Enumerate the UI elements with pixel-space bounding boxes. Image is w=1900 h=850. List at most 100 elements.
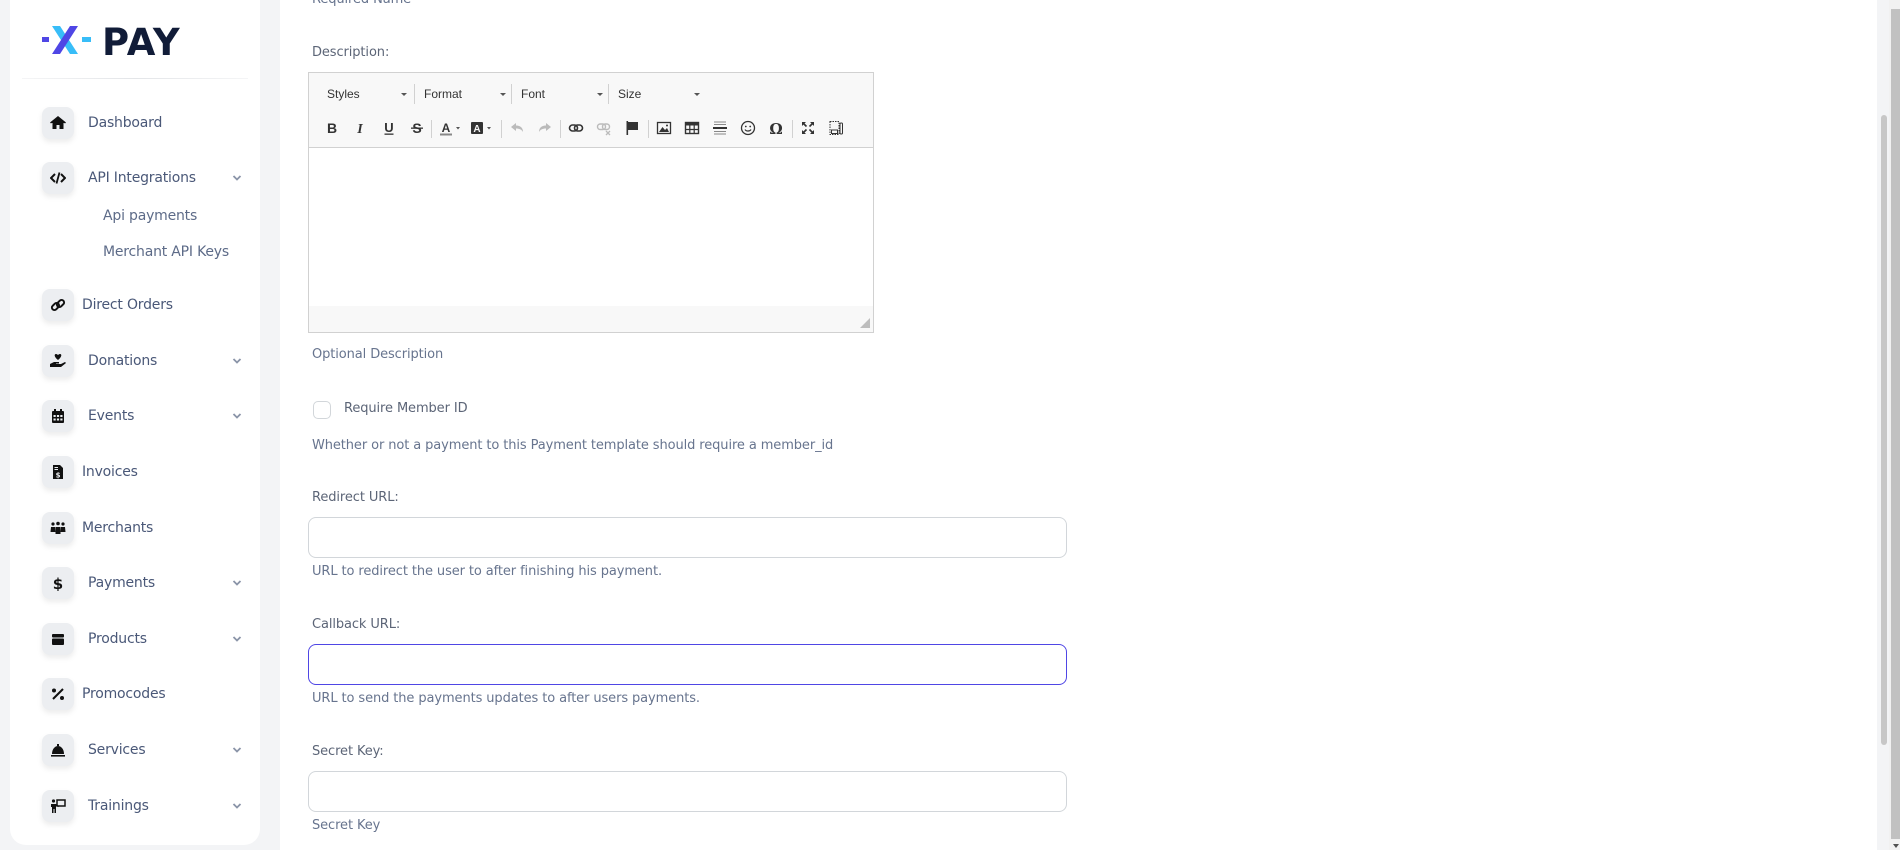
sidebar: PAY Dashboard API Integrations Api payme…	[10, 0, 260, 845]
sidebar-item-dashboard[interactable]: Dashboard	[42, 106, 242, 140]
chevron-down-icon[interactable]	[232, 578, 242, 588]
unlink-button[interactable]	[593, 117, 615, 139]
chevron-down-icon[interactable]	[232, 411, 242, 421]
box-icon	[42, 623, 74, 655]
page-scrollbar-thumb[interactable]	[1891, 9, 1900, 839]
toolbar-separator	[511, 84, 512, 104]
format-dropdown-label: Format	[424, 87, 463, 101]
svg-text:B: B	[327, 120, 337, 136]
image-button[interactable]	[653, 117, 675, 139]
sidebar-item-label: Products	[88, 631, 147, 647]
font-dropdown-label: Font	[521, 87, 546, 101]
undo-icon	[511, 123, 523, 132]
hand-holding-heart-icon	[42, 345, 74, 377]
background-color-button[interactable]: A	[467, 117, 497, 139]
sidebar-item-donations[interactable]: Donations	[42, 344, 242, 378]
chevron-down-icon[interactable]	[232, 634, 242, 644]
chalkboard-teacher-icon	[42, 790, 74, 822]
invoice-dollar-icon: $	[42, 456, 74, 488]
italic-icon: I	[356, 122, 363, 136]
redirect-url-hint: URL to redirect the user to after finish…	[312, 564, 662, 579]
sidebar-item-trainings[interactable]: Trainings	[42, 789, 242, 823]
sidebar-item-label: Invoices	[82, 464, 138, 480]
require-member-id-checkbox[interactable]	[313, 401, 331, 419]
sidebar-item-merchants[interactable]: Merchants	[42, 511, 242, 545]
sidebar-subitem-api-payments[interactable]: Api payments	[103, 208, 197, 224]
callback-url-input[interactable]	[308, 644, 1067, 685]
sidebar-item-products[interactable]: Products	[42, 622, 242, 656]
redirect-url-input[interactable]	[308, 517, 1067, 558]
svg-text:A: A	[473, 124, 480, 135]
special-char-button[interactable]: Ω	[765, 117, 787, 139]
sidebar-item-services[interactable]: Services	[42, 733, 242, 767]
svg-text:A: A	[442, 121, 451, 135]
sidebar-item-promocodes[interactable]: Promocodes	[42, 677, 242, 711]
link-icon	[42, 289, 74, 321]
sidebar-item-label: Donations	[88, 353, 158, 369]
svg-text:$: $	[56, 472, 61, 480]
undo-button[interactable]	[506, 117, 528, 139]
sidebar-item-invoices[interactable]: $ Invoices	[42, 455, 242, 489]
sidebar-item-label: Services	[88, 742, 146, 758]
table-button[interactable]	[681, 117, 703, 139]
resize-handle-icon[interactable]	[860, 318, 870, 328]
redirect-url-label: Redirect URL:	[312, 490, 399, 505]
svg-text:Ω: Ω	[769, 120, 782, 136]
flag-icon	[626, 121, 638, 135]
sidebar-item-label: Payments	[88, 575, 155, 591]
editor-content-area[interactable]	[309, 148, 873, 307]
secret-key-label: Secret Key:	[312, 744, 384, 759]
editor-toolbar: Styles Format Font Size B I U S A A Ω	[309, 73, 873, 148]
maximize-button[interactable]	[797, 117, 819, 139]
underline-button[interactable]: U	[378, 117, 400, 139]
rich-text-editor: Styles Format Font Size B I U S A A Ω	[308, 72, 874, 333]
sidebar-item-api-integrations[interactable]: API Integrations	[42, 161, 242, 195]
secret-key-input[interactable]	[308, 771, 1067, 812]
chevron-down-icon[interactable]	[232, 173, 242, 183]
link-icon	[568, 124, 584, 132]
sidebar-subitem-merchant-api-keys[interactable]: Merchant API Keys	[103, 244, 229, 260]
home-icon	[42, 107, 74, 139]
sidebar-item-payments[interactable]: $ Payments	[42, 566, 242, 600]
omega-icon: Ω	[769, 120, 782, 136]
horizontal-rule-button[interactable]	[709, 117, 731, 139]
sidebar-item-label: API Integrations	[88, 170, 196, 186]
description-label: Description:	[312, 45, 390, 60]
svg-text:$: $	[53, 575, 63, 591]
styles-dropdown[interactable]: Styles	[327, 83, 407, 105]
format-dropdown[interactable]: Format	[424, 83, 506, 105]
chevron-down-icon[interactable]	[232, 801, 242, 811]
smiley-icon	[740, 120, 756, 136]
redo-button[interactable]	[534, 117, 556, 139]
chevron-down-icon[interactable]	[232, 745, 242, 755]
chevron-down-icon[interactable]	[232, 356, 242, 366]
sidebar-item-direct-orders[interactable]: Direct Orders	[42, 288, 242, 322]
size-dropdown[interactable]: Size	[618, 83, 700, 105]
require-member-id-label[interactable]: Require Member ID	[344, 401, 468, 416]
scroll-down-arrow-icon[interactable]	[1893, 844, 1899, 848]
sidebar-item-label: Direct Orders	[82, 297, 173, 313]
concierge-bell-icon	[42, 734, 74, 766]
dropdown-arrow-icon	[694, 93, 700, 96]
anchor-button[interactable]	[621, 117, 643, 139]
sidebar-item-label: Dashboard	[88, 115, 163, 131]
require-member-id-hint: Whether or not a payment to this Payment…	[312, 438, 834, 453]
smiley-button[interactable]	[737, 117, 759, 139]
show-blocks-icon	[829, 121, 843, 135]
italic-button[interactable]: I	[349, 117, 371, 139]
bold-button[interactable]: B	[321, 117, 343, 139]
xpay-logo[interactable]: PAY	[42, 22, 232, 58]
name-hint: Required Name	[312, 0, 411, 7]
sidebar-item-events[interactable]: Events	[42, 399, 242, 433]
font-dropdown[interactable]: Font	[521, 83, 603, 105]
link-button[interactable]	[565, 117, 587, 139]
show-blocks-button[interactable]	[825, 117, 847, 139]
strikethrough-button[interactable]: S	[406, 117, 428, 139]
calendar-icon	[42, 400, 74, 432]
dropdown-arrow-icon	[500, 93, 506, 96]
text-color-icon: A	[440, 121, 460, 136]
toolbar-separator	[431, 120, 432, 138]
text-color-button[interactable]: A	[436, 117, 466, 139]
content-scrollbar-thumb[interactable]	[1881, 115, 1887, 745]
sidebar-item-label: Events	[88, 408, 135, 424]
